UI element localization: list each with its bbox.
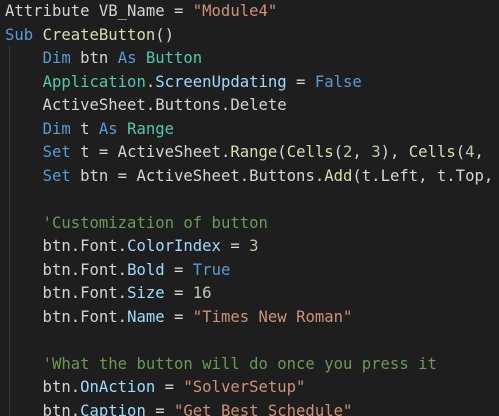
code-token: 'What the button will do once you press … — [42, 354, 437, 373]
code-line[interactable]: btn.Caption = "Get Best Schedule" — [5, 400, 353, 416]
code-token: () — [155, 25, 175, 44]
code-token: "SolverSetup" — [183, 378, 306, 396]
code-token: Dim — [42, 119, 81, 138]
code-token: Application — [42, 72, 146, 91]
code-token: Cells — [408, 143, 456, 161]
code-token: OnAction — [80, 378, 156, 396]
code-line[interactable]: ActiveSheet.Buttons.Delete — [5, 94, 287, 117]
code-line[interactable]: btn.Font.Name = "Times New Roman" — [5, 306, 353, 329]
code-token: = — [164, 260, 193, 279]
code-token: , — [474, 143, 484, 161]
code-token: 2 — [343, 143, 353, 161]
code-line[interactable]: 'Customization of button — [5, 212, 268, 235]
code-line[interactable]: Dim btn As Button — [5, 47, 203, 70]
code-token: Button — [145, 49, 203, 67]
code-line[interactable]: Sub CreateButton() — [5, 24, 174, 47]
code-token: "Get Best Schedule" — [174, 401, 353, 416]
code-token: ( — [277, 143, 287, 161]
code-token: ActiveSheet.Buttons.Delete — [5, 96, 287, 114]
code-token: Range — [230, 143, 278, 161]
code-token: (t.Left, t.Top, — [352, 166, 494, 185]
code-token: Caption — [80, 401, 146, 416]
code-token: Cells — [286, 143, 334, 161]
code-token: 'Customization of button — [42, 213, 268, 232]
code-token: Sub — [5, 25, 43, 44]
code-token: = — [145, 401, 174, 416]
code-line[interactable]: Set btn = ActiveSheet.Buttons.Add(t.Left… — [5, 165, 494, 188]
code-token: True — [192, 260, 231, 279]
code-token: 3 — [249, 237, 259, 255]
code-token: btn — [80, 49, 118, 67]
code-line[interactable]: Dim t As Range — [5, 118, 174, 141]
code-token: Size — [127, 284, 165, 302]
code-token: Dim — [42, 49, 81, 67]
code-line[interactable]: Attribute VB_Name = "Module4" — [5, 0, 277, 23]
code-line[interactable]: 'What the button will do once you press … — [5, 353, 437, 376]
code-token: = — [155, 378, 184, 396]
code-token: btn.Font. — [5, 260, 128, 279]
code-token: False — [314, 72, 362, 91]
code-token: "Times New Roman" — [192, 307, 353, 326]
code-token: "Module4" — [192, 2, 278, 20]
code-token: 16 — [192, 284, 212, 302]
code-token: , — [352, 143, 372, 161]
code-token: btn.Font. — [5, 307, 128, 326]
code-line[interactable]: Application.ScreenUpdating = False — [5, 71, 362, 94]
code-token: Add — [324, 166, 353, 185]
code-token: Set — [42, 143, 81, 161]
code-token: t = ActiveSheet. — [80, 143, 231, 161]
code-editor[interactable]: Attribute VB_Name = "Module4" Sub CreateB… — [0, 0, 499, 416]
code-token: = — [220, 237, 250, 255]
code-token: 4 — [465, 143, 475, 161]
code-token: As — [98, 119, 128, 138]
code-token: ( — [333, 143, 344, 161]
code-token: CreateButton — [42, 25, 156, 44]
code-line[interactable]: Set t = ActiveSheet.Range(Cells(2, 3), C… — [5, 141, 484, 164]
code-token: Range — [127, 119, 175, 138]
code-token: ), — [380, 143, 409, 161]
code-token: Attribute VB_Name = — [5, 2, 193, 20]
code-token: t — [80, 119, 99, 138]
code-token: ( — [455, 143, 466, 161]
code-token: Name — [127, 307, 165, 326]
code-token: btn. — [5, 378, 81, 396]
code-token: 3 — [371, 143, 381, 161]
code-token: = — [164, 307, 193, 326]
code-token: = — [286, 72, 315, 91]
code-line[interactable]: btn.Font.ColorIndex = 3 — [5, 235, 259, 258]
code-token: = — [164, 284, 193, 302]
code-line[interactable]: btn.OnAction = "SolverSetup" — [5, 376, 306, 399]
code-token: ColorIndex — [127, 237, 221, 255]
code-line[interactable]: btn.Font.Size = 16 — [5, 282, 212, 305]
code-token: btn.Font. — [5, 237, 128, 255]
code-token: btn. — [5, 401, 81, 416]
code-token: Bold — [127, 260, 165, 279]
code-token: As — [117, 49, 146, 67]
code-token: btn.Font. — [5, 284, 128, 302]
code-token: btn = ActiveSheet.Buttons. — [80, 166, 325, 185]
code-token: Set — [42, 166, 81, 185]
code-line[interactable]: btn.Font.Bold = True — [5, 259, 231, 282]
code-token: . — [145, 72, 156, 91]
code-token: ScreenUpdating — [155, 72, 287, 91]
